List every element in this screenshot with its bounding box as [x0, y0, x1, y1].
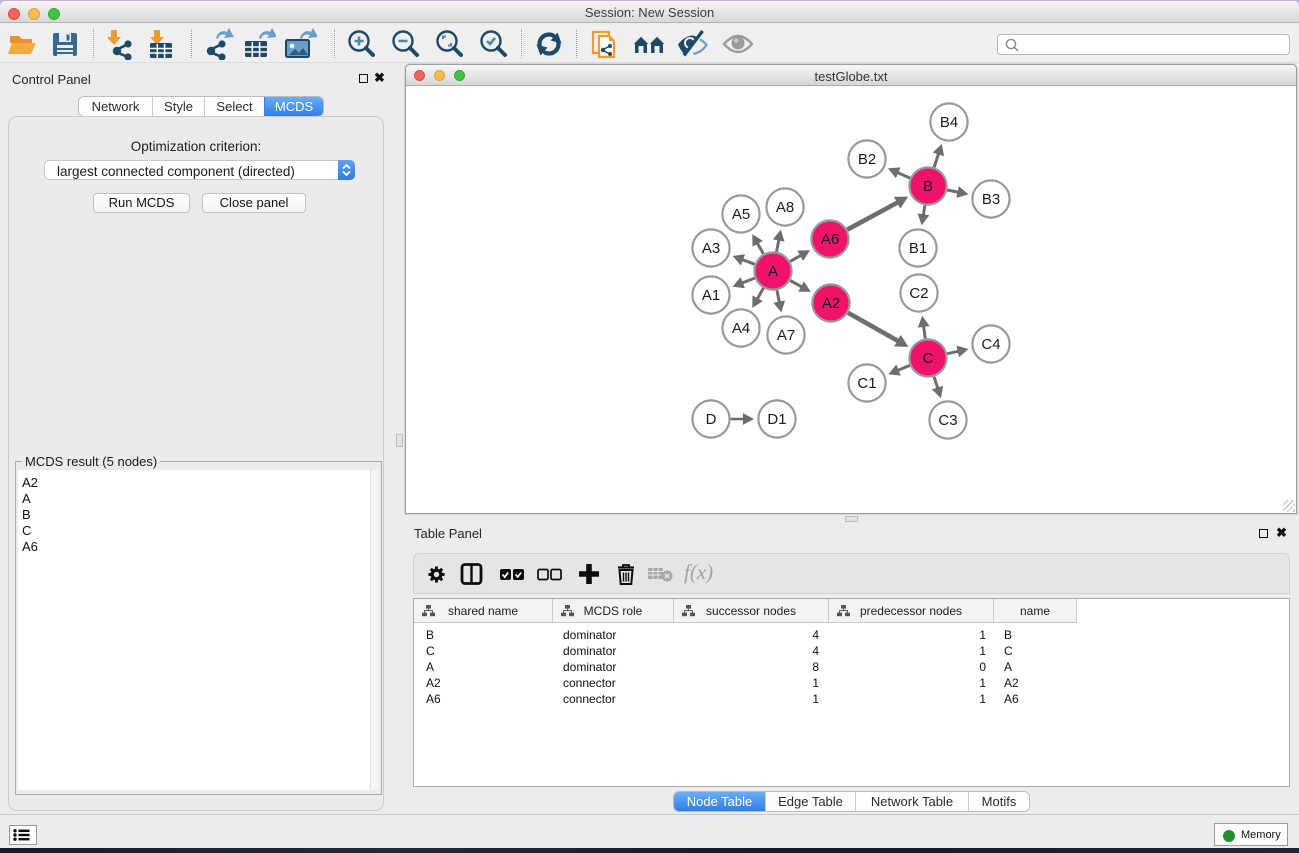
svg-text:A3: A3 — [702, 240, 720, 257]
svg-text:A7: A7 — [777, 327, 795, 344]
svg-text:B3: B3 — [982, 191, 1000, 208]
svg-text:C2: C2 — [909, 285, 928, 302]
svg-text:C: C — [923, 350, 934, 367]
svg-text:B2: B2 — [858, 151, 876, 168]
svg-text:A8: A8 — [776, 199, 794, 216]
svg-text:A5: A5 — [732, 206, 750, 223]
svg-text:A2: A2 — [822, 295, 840, 312]
svg-text:A: A — [768, 263, 778, 280]
svg-text:A6: A6 — [821, 231, 839, 248]
svg-text:B1: B1 — [909, 240, 927, 257]
svg-text:B: B — [923, 178, 933, 195]
svg-text:C3: C3 — [938, 412, 957, 429]
svg-text:B4: B4 — [940, 114, 958, 131]
svg-text:C4: C4 — [981, 336, 1000, 353]
svg-text:D1: D1 — [767, 411, 786, 428]
svg-text:A1: A1 — [702, 287, 720, 304]
svg-text:D: D — [706, 411, 717, 428]
svg-text:A4: A4 — [732, 320, 750, 337]
svg-text:C1: C1 — [857, 375, 876, 392]
